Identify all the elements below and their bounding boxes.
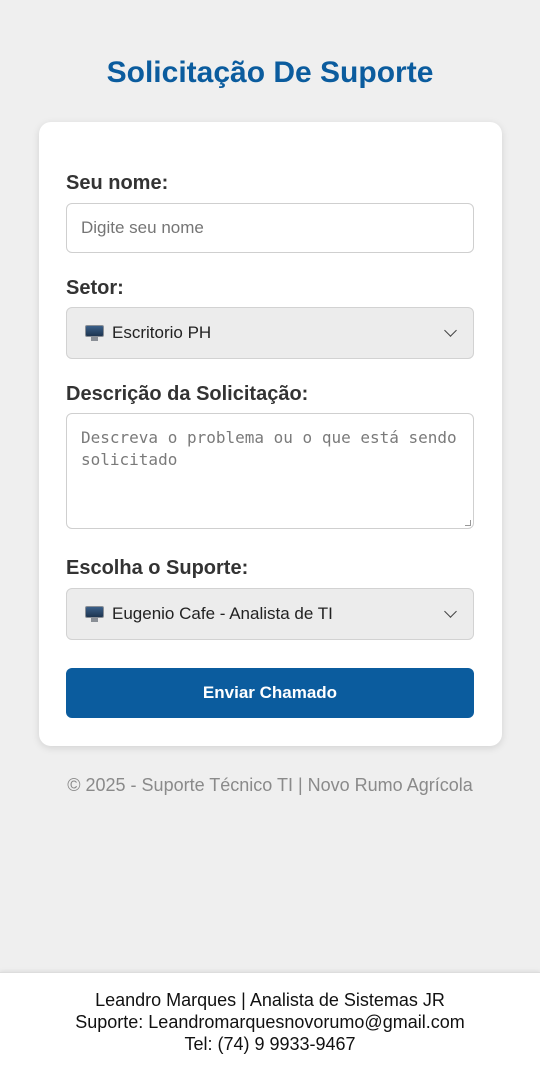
support-select[interactable]: Eugenio Cafe - Analista de TI xyxy=(66,588,474,640)
monitor-icon xyxy=(85,325,104,341)
resize-handle[interactable] xyxy=(465,520,471,526)
support-form-card: Seu nome: Digite seu nome Setor: Escrito… xyxy=(39,122,502,746)
footer-support-email: Suporte: Leandromarquesnovorumo@gmail.co… xyxy=(75,1012,465,1032)
chevron-down-icon xyxy=(444,324,457,337)
submit-button[interactable]: Enviar Chamado xyxy=(66,668,474,718)
description-label: Descrição da Solicitação: xyxy=(66,383,309,405)
chevron-down-icon xyxy=(444,605,457,618)
description-textarea[interactable]: Descreva o problema ou o que está sendo … xyxy=(66,413,474,529)
footer-phone: Tel: (74) 9 9933-9467 xyxy=(184,1034,356,1054)
footer-author: Leandro Marques | Analista de Sistemas J… xyxy=(95,990,445,1010)
support-label: Escolha o Suporte: xyxy=(66,557,249,579)
sector-select[interactable]: Escritorio PH xyxy=(66,307,474,359)
sector-select-value: Escritorio PH xyxy=(112,323,212,342)
name-input[interactable]: Digite seu nome xyxy=(66,203,474,253)
monitor-icon xyxy=(85,606,104,622)
name-input-placeholder: Digite seu nome xyxy=(81,218,204,237)
support-select-value: Eugenio Cafe - Analista de TI xyxy=(112,604,333,623)
description-placeholder: Descreva o problema ou o que está sendo … xyxy=(81,428,457,469)
page-title: Solicitação De Suporte xyxy=(106,56,434,89)
name-label: Seu nome: xyxy=(66,172,169,194)
copyright-text: © 2025 - Suporte Técnico TI | Novo Rumo … xyxy=(67,775,473,795)
sector-label: Setor: xyxy=(66,277,124,299)
footer: Leandro Marques | Analista de Sistemas J… xyxy=(0,972,540,1069)
